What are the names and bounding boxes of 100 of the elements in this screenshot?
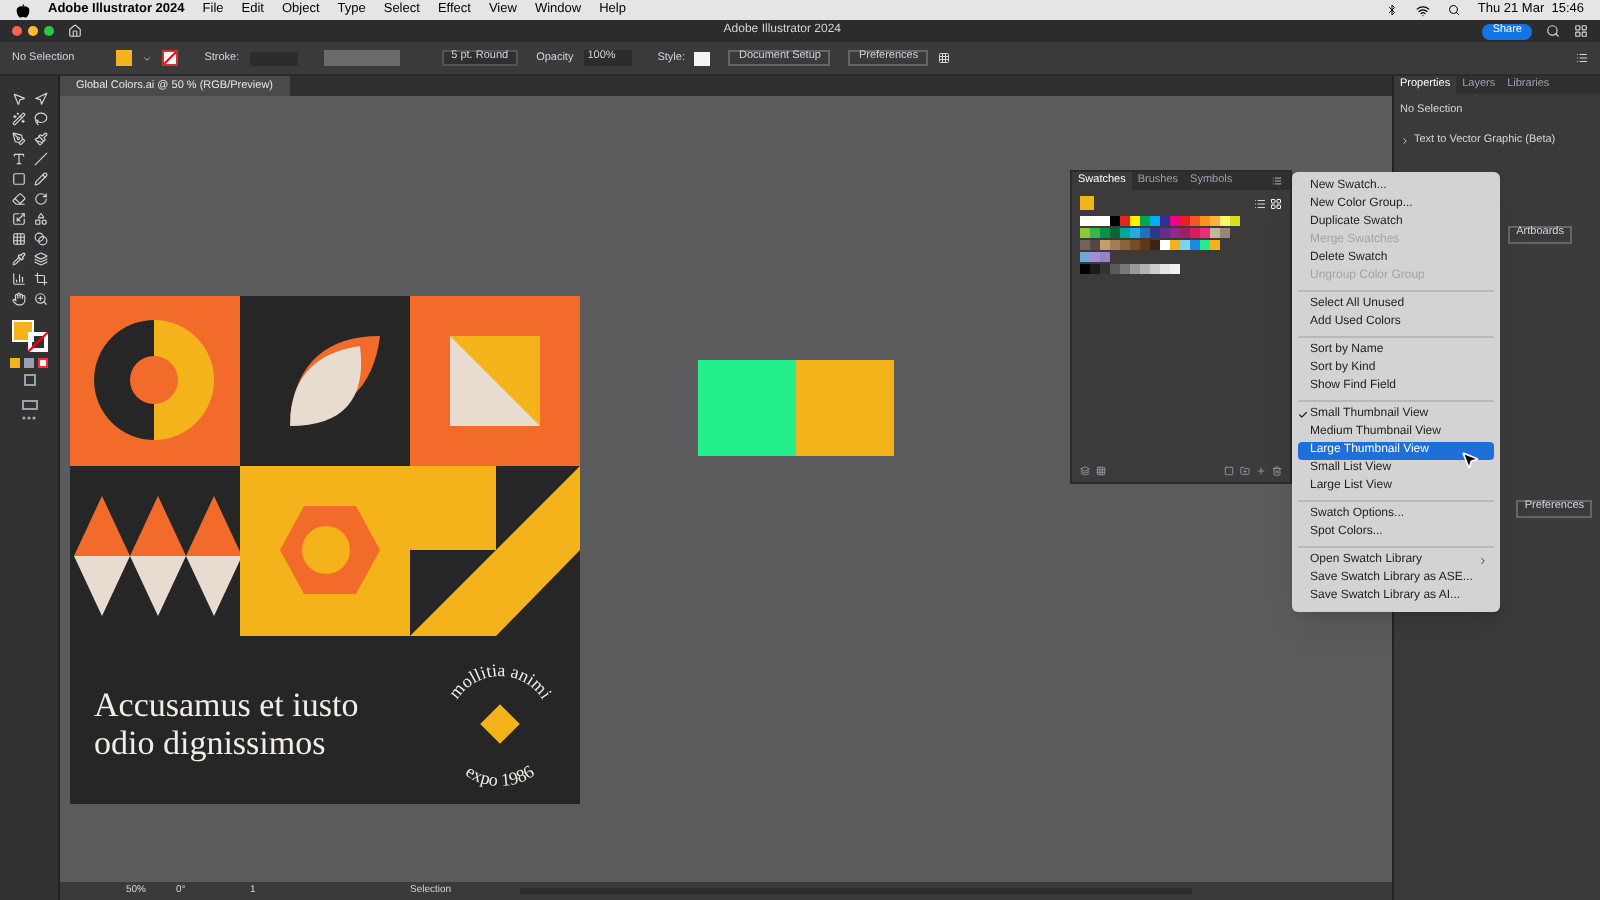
wifi-icon[interactable] xyxy=(1415,3,1430,17)
apple-icon[interactable] xyxy=(16,3,30,17)
color-swatch[interactable] xyxy=(1170,264,1180,274)
fill-swatch[interactable] xyxy=(1080,196,1094,210)
caret-icon[interactable] xyxy=(142,53,153,63)
color-swatch[interactable] xyxy=(1080,264,1090,274)
color-swatch[interactable] xyxy=(1100,240,1110,250)
color-swatch[interactable] xyxy=(1090,264,1100,274)
arrange-icon[interactable] xyxy=(938,52,951,64)
color-swatch[interactable] xyxy=(1080,252,1090,262)
variable-width-field[interactable] xyxy=(323,50,400,66)
color-swatch[interactable] xyxy=(1110,240,1120,250)
color-swatch[interactable] xyxy=(1090,228,1100,238)
selection-tool-icon[interactable] xyxy=(11,92,25,106)
color-swatch[interactable] xyxy=(1120,216,1130,226)
close-button[interactable] xyxy=(12,26,22,36)
color-swatch[interactable] xyxy=(1110,216,1120,226)
color-swatch[interactable] xyxy=(1150,240,1160,250)
fill-swatch[interactable] xyxy=(116,50,133,66)
color-swatch[interactable] xyxy=(1140,216,1150,226)
fill-color-swatch[interactable] xyxy=(11,320,33,342)
eraser-icon[interactable] xyxy=(11,192,25,206)
color-swatch[interactable] xyxy=(1140,264,1150,274)
delete-icon[interactable] xyxy=(1272,466,1282,476)
panel-menu-icon[interactable] xyxy=(1272,176,1282,186)
color-swatch[interactable] xyxy=(1210,216,1220,226)
folder-icon[interactable] xyxy=(1240,466,1250,476)
color-swatch[interactable] xyxy=(1130,216,1140,226)
color-swatch[interactable] xyxy=(1150,216,1160,226)
color-swatch[interactable] xyxy=(1190,216,1200,226)
scale-icon[interactable] xyxy=(11,212,25,226)
bluetooth-icon[interactable] xyxy=(1385,4,1398,16)
color-swatch[interactable] xyxy=(1130,240,1140,250)
color-swatch[interactable] xyxy=(1190,240,1200,250)
color-swatch[interactable] xyxy=(1100,228,1110,238)
color-swatch[interactable] xyxy=(1170,228,1180,238)
zoom-button[interactable] xyxy=(44,26,54,36)
color-swatch[interactable] xyxy=(1160,228,1170,238)
color-swatch[interactable] xyxy=(1120,228,1130,238)
color-swatch[interactable] xyxy=(1140,228,1150,238)
expand-icon[interactable] xyxy=(1400,135,1410,146)
stroke-color-swatch[interactable] xyxy=(27,332,47,352)
direct-selection-icon[interactable] xyxy=(33,92,47,106)
color-swatch[interactable] xyxy=(1190,228,1200,238)
color-swatch[interactable] xyxy=(1200,216,1210,226)
color-swatch[interactable] xyxy=(1150,264,1160,274)
screen-mode-icon[interactable] xyxy=(21,400,37,410)
color-swatch[interactable] xyxy=(1210,240,1220,250)
none-mode-icon[interactable] xyxy=(38,358,48,368)
new-swatch-icon[interactable] xyxy=(1256,466,1266,476)
blend-icon[interactable] xyxy=(33,232,47,246)
color-swatch[interactable] xyxy=(1160,216,1170,226)
color-swatch[interactable] xyxy=(1100,264,1110,274)
color-swatch[interactable] xyxy=(1110,228,1120,238)
magic-wand-icon[interactable] xyxy=(11,112,25,126)
color-swatch[interactable] xyxy=(1110,264,1120,274)
color-swatch[interactable] xyxy=(1100,216,1110,226)
thumbnail-view-icon[interactable] xyxy=(1270,197,1282,209)
color-swatch[interactable] xyxy=(1140,240,1150,250)
rectangle-tool-icon[interactable] xyxy=(11,172,25,186)
line-tool-icon[interactable] xyxy=(33,152,47,166)
color-swatch[interactable] xyxy=(1180,240,1190,250)
zoom-icon[interactable] xyxy=(33,292,47,306)
color-swatch[interactable] xyxy=(1100,252,1110,262)
home-icon[interactable] xyxy=(68,24,82,38)
color-swatch[interactable] xyxy=(1200,240,1210,250)
color-swatch[interactable] xyxy=(1160,264,1170,274)
shape-builder-icon[interactable] xyxy=(33,212,47,226)
pen-tool-icon[interactable] xyxy=(11,132,25,146)
mesh-icon[interactable] xyxy=(11,232,25,246)
color-swatch[interactable] xyxy=(1220,228,1230,238)
pencil-icon[interactable] xyxy=(33,172,47,186)
color-swatch[interactable] xyxy=(1080,228,1090,238)
hand-icon[interactable] xyxy=(11,292,25,306)
color-swatch[interactable] xyxy=(1200,228,1210,238)
workspace-icon[interactable] xyxy=(1574,24,1588,38)
color-swatch[interactable] xyxy=(1160,240,1170,250)
gradient-mode-icon[interactable] xyxy=(24,358,34,368)
list-view-icon[interactable] xyxy=(1254,197,1266,209)
color-swatch[interactable] xyxy=(1150,228,1160,238)
graph-icon[interactable] xyxy=(11,272,25,286)
artboard-tool-icon[interactable] xyxy=(33,272,47,286)
color-swatch[interactable] xyxy=(1180,216,1190,226)
draw-mode-icon[interactable] xyxy=(23,374,35,386)
color-swatch[interactable] xyxy=(1180,228,1190,238)
color-swatch[interactable] xyxy=(1210,228,1220,238)
color-swatch[interactable] xyxy=(1130,228,1140,238)
color-swatch[interactable] xyxy=(1130,264,1140,274)
type-tool-icon[interactable] xyxy=(11,152,25,166)
color-swatch[interactable] xyxy=(1080,240,1090,250)
color-swatch[interactable] xyxy=(1120,240,1130,250)
eyedropper-icon[interactable] xyxy=(11,252,25,266)
color-swatch[interactable] xyxy=(1220,216,1230,226)
color-swatch[interactable] xyxy=(1090,252,1100,262)
library-icon[interactable] xyxy=(1080,466,1090,476)
color-mode-icon[interactable] xyxy=(10,358,20,368)
color-swatch[interactable] xyxy=(1170,216,1180,226)
style-swatch[interactable] xyxy=(694,51,711,65)
color-swatch[interactable] xyxy=(1080,216,1090,226)
search-icon[interactable] xyxy=(1447,4,1460,16)
